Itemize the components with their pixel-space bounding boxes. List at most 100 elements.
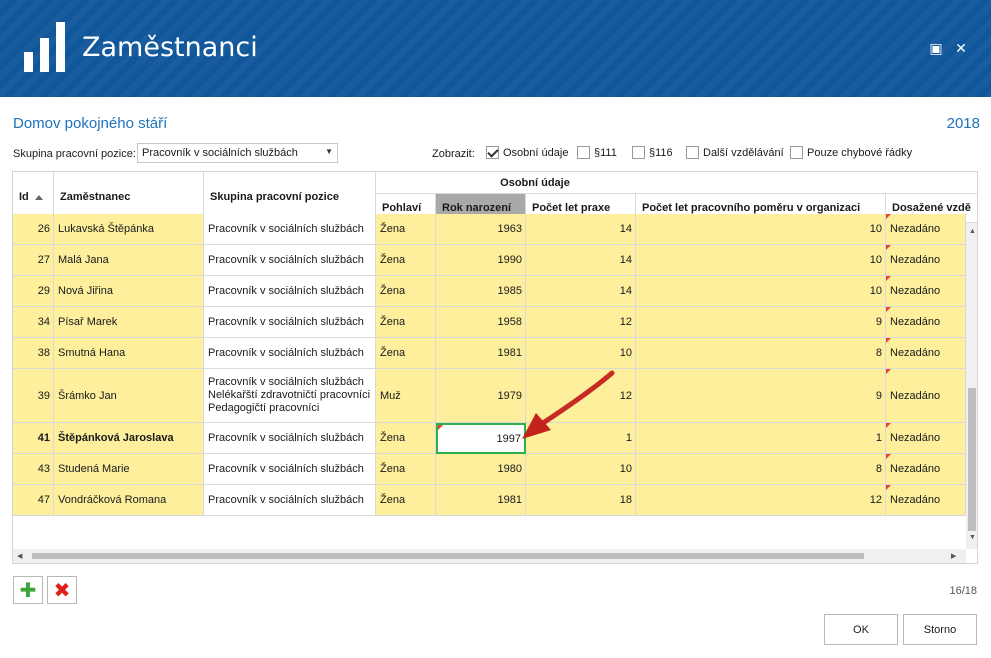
cell-education[interactable]: Nezadáno	[886, 454, 966, 485]
cell-id[interactable]: 43	[13, 454, 54, 485]
cell-position-group[interactable]: Pracovník v sociálních službách	[204, 245, 376, 276]
cell-practice-years[interactable]: 14	[526, 276, 636, 307]
cell-position-group[interactable]: Pracovník v sociálních službách	[204, 423, 376, 454]
checkbox-personal-data[interactable]: Osobní údaje	[486, 146, 568, 159]
checkbox-box[interactable]	[686, 146, 699, 159]
employees-grid[interactable]: Id Zaměstnanec Skupina pracovní pozice O…	[12, 171, 978, 564]
cancel-button[interactable]: Storno	[903, 614, 977, 645]
add-employee-button[interactable]: ✚	[13, 576, 43, 604]
cell-education[interactable]: Nezadáno	[886, 485, 966, 516]
cell-education[interactable]: Nezadáno	[886, 276, 966, 307]
delete-employee-button[interactable]: ✖	[47, 576, 77, 604]
cell-position-group[interactable]: Pracovník v sociálních službách	[204, 454, 376, 485]
cell-practice-years[interactable]: 12	[526, 307, 636, 338]
checkbox-box[interactable]	[577, 146, 590, 159]
cell-tenure-years[interactable]: 9	[636, 307, 886, 338]
cell-position-group[interactable]: Pracovník v sociálních službách	[204, 485, 376, 516]
vertical-scroll-thumb[interactable]	[968, 388, 976, 531]
cell-tenure-years[interactable]: 10	[636, 276, 886, 307]
cell-position-group[interactable]: Pracovník v sociálních službách	[204, 214, 376, 245]
cell-gender[interactable]: Žena	[376, 338, 436, 369]
cell-id[interactable]: 41	[13, 423, 54, 454]
cell-employee[interactable]: Malá Jana	[54, 245, 204, 276]
cell-id[interactable]: 29	[13, 276, 54, 307]
cell-practice-years[interactable]: 14	[526, 214, 636, 245]
cell-id[interactable]: 47	[13, 485, 54, 516]
checkbox-box[interactable]	[790, 146, 803, 159]
cell-position-group[interactable]: Pracovník v sociálních službách Nelékařš…	[204, 369, 376, 423]
cell-birth-year[interactable]: 1981	[436, 338, 526, 369]
cell-tenure-years[interactable]: 10	[636, 245, 886, 276]
cell-birth-year[interactable]: 1958	[436, 307, 526, 338]
cell-practice-years[interactable]: 14	[526, 245, 636, 276]
cell-employee[interactable]: Studená Marie	[54, 454, 204, 485]
cell-gender[interactable]: Žena	[376, 307, 436, 338]
selected-cell-birth-year[interactable]: 1997	[436, 423, 526, 454]
cell-tenure-years-text: 10	[869, 254, 882, 266]
cell-position-group[interactable]: Pracovník v sociálních službách	[204, 276, 376, 307]
cell-tenure-years[interactable]: 9	[636, 369, 886, 423]
cell-birth-year[interactable]: 1980	[436, 454, 526, 485]
horizontal-scrollbar[interactable]: ◀ ▶	[13, 549, 966, 563]
cell-education[interactable]: Nezadáno	[886, 307, 966, 338]
checkbox-further-education[interactable]: Další vzdělávání	[686, 146, 784, 159]
checkbox-error-rows-only[interactable]: Pouze chybové řádky	[790, 146, 912, 159]
show-label: Zobrazit:	[432, 148, 475, 160]
cell-employee[interactable]: Vondráčková Romana	[54, 485, 204, 516]
cell-tenure-years[interactable]: 12	[636, 485, 886, 516]
cell-practice-years[interactable]: 10	[526, 454, 636, 485]
cell-gender[interactable]: Žena	[376, 245, 436, 276]
cell-id[interactable]: 27	[13, 245, 54, 276]
cell-tenure-years[interactable]: 1	[636, 423, 886, 454]
cell-tenure-years[interactable]: 8	[636, 338, 886, 369]
checkbox-116[interactable]: §116	[632, 146, 673, 159]
cell-employee[interactable]: Lukavská Štěpánka	[54, 214, 204, 245]
cell-position-group[interactable]: Pracovník v sociálních službách	[204, 338, 376, 369]
close-icon[interactable]: ✕	[953, 40, 969, 56]
checkbox-111[interactable]: §111	[577, 146, 617, 159]
cell-employee[interactable]: Nová Jiřina	[54, 276, 204, 307]
scroll-down-icon[interactable]: ▼	[969, 534, 976, 541]
cell-position-group[interactable]: Pracovník v sociálních službách	[204, 307, 376, 338]
cell-education[interactable]: Nezadáno	[886, 423, 966, 454]
cell-birth-year[interactable]: 1963	[436, 214, 526, 245]
cell-birth-year[interactable]: 1979	[436, 369, 526, 423]
cell-gender[interactable]: Muž	[376, 369, 436, 423]
cell-id[interactable]: 39	[13, 369, 54, 423]
cell-employee[interactable]: Šrámko Jan	[54, 369, 204, 423]
scroll-left-icon[interactable]: ◀	[17, 552, 22, 560]
cell-education[interactable]: Nezadáno	[886, 338, 966, 369]
cell-education[interactable]: Nezadáno	[886, 214, 966, 245]
cell-tenure-years[interactable]: 8	[636, 454, 886, 485]
cell-practice-years[interactable]: 10	[526, 338, 636, 369]
ok-button[interactable]: OK	[824, 614, 898, 645]
cell-employee[interactable]: Smutná Hana	[54, 338, 204, 369]
cell-id[interactable]: 26	[13, 214, 54, 245]
vertical-scrollbar[interactable]: ▲ ▼	[966, 223, 977, 549]
cell-id[interactable]: 38	[13, 338, 54, 369]
cell-gender[interactable]: Žena	[376, 454, 436, 485]
cell-employee[interactable]: Písař Marek	[54, 307, 204, 338]
checkbox-box[interactable]	[486, 146, 499, 159]
cell-practice-years[interactable]: 1	[526, 423, 636, 454]
cell-birth-year[interactable]: 1990	[436, 245, 526, 276]
cell-gender[interactable]: Žena	[376, 423, 436, 454]
checkbox-box[interactable]	[632, 146, 645, 159]
cell-tenure-years[interactable]: 10	[636, 214, 886, 245]
scroll-right-icon[interactable]: ▶	[951, 552, 956, 560]
cell-employee[interactable]: Štěpánková Jaroslava	[54, 423, 204, 454]
cell-gender[interactable]: Žena	[376, 214, 436, 245]
cell-gender[interactable]: Žena	[376, 276, 436, 307]
cell-gender[interactable]: Žena	[376, 485, 436, 516]
cell-education[interactable]: Nezadáno	[886, 369, 966, 423]
horizontal-scroll-thumb[interactable]	[32, 553, 864, 559]
cell-practice-years[interactable]: 12	[526, 369, 636, 423]
cell-practice-years[interactable]: 18	[526, 485, 636, 516]
cell-birth-year[interactable]: 1985	[436, 276, 526, 307]
cell-education[interactable]: Nezadáno	[886, 245, 966, 276]
maximize-icon[interactable]: ▣	[928, 40, 944, 56]
cell-birth-year[interactable]: 1981	[436, 485, 526, 516]
scroll-up-icon[interactable]: ▲	[969, 228, 976, 235]
position-group-select[interactable]: Pracovník v sociálních službách ▼	[137, 143, 338, 163]
cell-id[interactable]: 34	[13, 307, 54, 338]
